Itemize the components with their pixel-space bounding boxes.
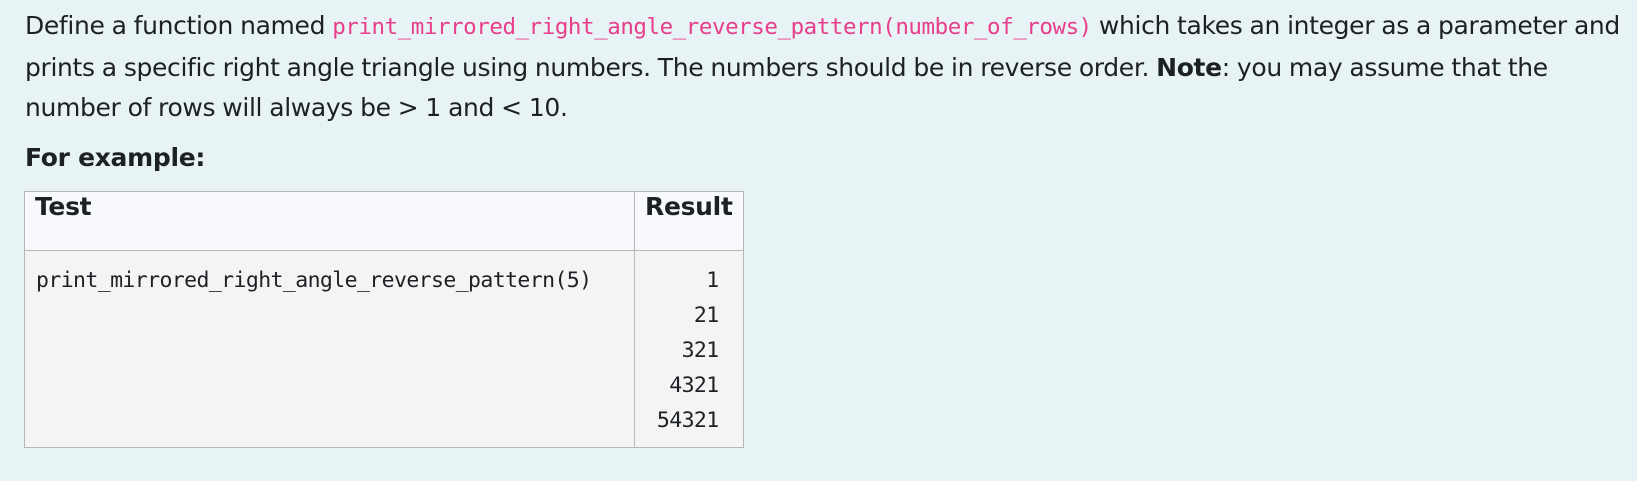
result-output: 1 21 321 4321 54321 [635,251,743,438]
question-text: Define a function named print_mirrored_r… [25,6,1625,129]
note-label: Note [1156,52,1222,82]
test-column-header: Test [24,191,635,251]
test-cell: print_mirrored_right_angle_reverse_patte… [24,250,635,448]
question-intro-text: Define a function named [25,11,333,40]
result-line: 4321 [669,373,719,398]
result-cell: 1 21 321 4321 54321 [634,250,744,448]
result-line: 1 [706,268,719,293]
examples-header-row: Test Result [24,191,744,251]
examples-table: Test Result print_mirrored_right_angle_r… [24,191,744,448]
result-column-header: Result [634,191,744,251]
result-line: 21 [693,303,719,328]
function-signature: print_mirrored_right_angle_reverse_patte… [332,14,1092,40]
test-code: print_mirrored_right_angle_reverse_patte… [36,268,592,293]
example-heading: For example: [25,142,206,172]
result-line: 321 [681,338,720,363]
table-row: print_mirrored_right_angle_reverse_patte… [24,250,744,448]
result-line: 54321 [656,408,719,433]
question-content: Define a function named print_mirrored_r… [25,6,1625,178]
